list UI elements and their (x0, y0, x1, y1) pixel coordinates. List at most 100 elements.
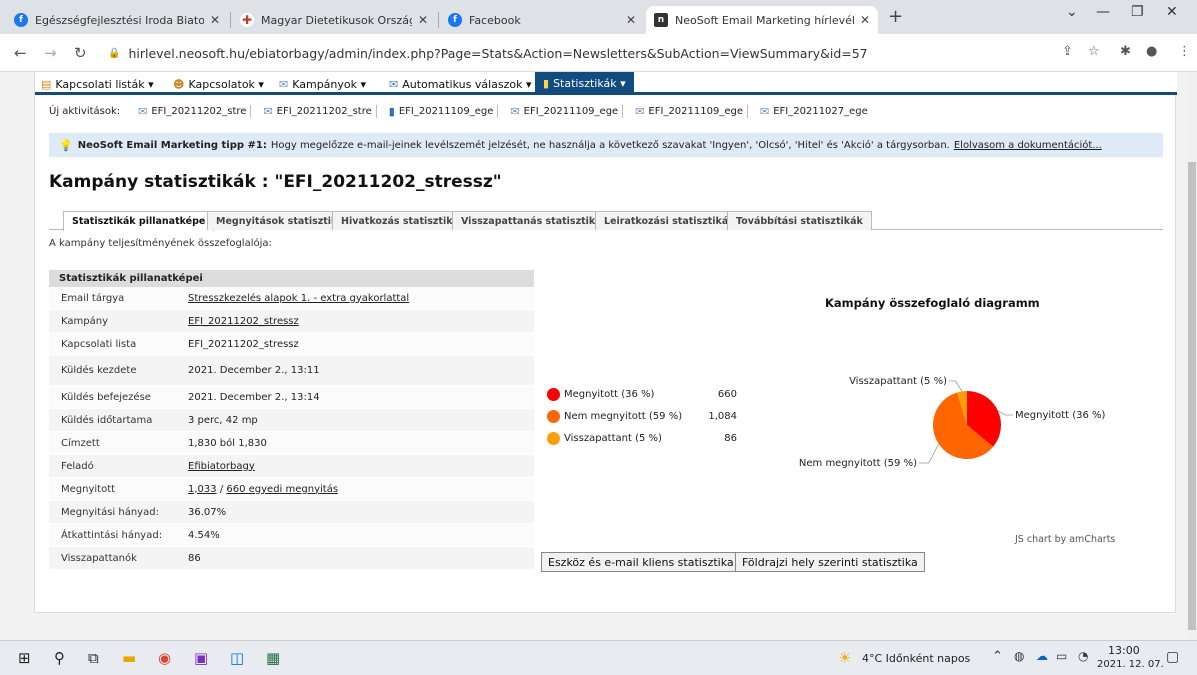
stats-table-header: Statisztikák pillanatképei (49, 270, 534, 287)
maximize-button[interactable]: ❐ (1131, 4, 1144, 20)
clock-date[interactable]: 2021. 12. 07. (1097, 659, 1164, 670)
table-row: Feladó Efibiatorbagy (49, 455, 534, 478)
geo-stats-button[interactable]: Földrajzi hely szerinti statisztika (735, 552, 925, 572)
new-tab-button[interactable]: + (888, 6, 903, 27)
table-row: Megnyitott 1,033 / 660 egyedi megnyitás (49, 478, 534, 501)
activity-label: EFI_20211202_stre (276, 106, 372, 117)
tab-unsubscribes[interactable]: Leiratkozási statisztikák (595, 211, 744, 230)
browser-tab-4-active[interactable]: n NeoSoft Email Marketing hírlevél ✕ (646, 6, 878, 34)
page-title: Kampány statisztikák : "EFI_20211202_str… (49, 172, 502, 192)
lock-icon: 🔒 (108, 47, 121, 59)
mail-icon: ✉ (635, 105, 645, 118)
clock-time[interactable]: 13:00 (1108, 644, 1140, 657)
mail-icon: ✉ (760, 105, 770, 118)
menu-label: Kapcsolati listák (55, 77, 145, 91)
table-row: Email tárgya Stresszkezelés alapok 1. - e… (49, 287, 534, 310)
share-icon[interactable]: ⇪ (1062, 44, 1073, 59)
menu-campaigns[interactable]: ✉ Kampányok ▾ (279, 75, 366, 93)
menu-label: Automatikus válaszok (402, 77, 523, 91)
tray-chevron-icon[interactable]: ⌃ (992, 649, 1003, 664)
forward-icon[interactable]: → (44, 44, 57, 62)
search-icon[interactable]: ⚲ (54, 649, 65, 667)
menu-statistics[interactable]: ▮ Statisztikák ▾ (535, 72, 634, 95)
close-tab-icon[interactable]: ✕ (626, 13, 636, 27)
excel-icon[interactable]: ▦ (266, 649, 280, 667)
menu-contact-lists[interactable]: ▤ Kapcsolati listák ▾ (41, 75, 154, 93)
windows-start-icon[interactable]: ⊞ (18, 649, 31, 667)
legend-item[interactable]: Visszapattant (5 %) 86 (547, 430, 737, 446)
onedrive-icon[interactable]: ☁ (1036, 649, 1048, 663)
pie-chart: Megnyitott (36 %) Nem megnyitott (59 %) Vi… (799, 376, 1106, 469)
browser-tab-1[interactable]: f Egészségfejlesztési Iroda Biatorb ✕ (6, 6, 228, 34)
tab-label: Magyar Dietetikusok Országos Sz (261, 13, 412, 27)
notifications-icon[interactable]: ▢ (1166, 649, 1179, 665)
chrome-icon[interactable]: ◉ (158, 649, 171, 667)
file-explorer-icon[interactable]: ▬ (122, 649, 136, 667)
tab-search-icon[interactable]: ⌄ (1066, 4, 1078, 20)
close-tab-icon[interactable]: ✕ (860, 13, 870, 27)
sender-link[interactable]: Efibiatorbagy (188, 461, 255, 472)
activity-label: EFI_20211109_ege (398, 106, 494, 117)
tab-snapshot[interactable]: Statisztikák pillanatképe (63, 211, 215, 231)
legend-item[interactable]: Megnyitott (36 %) 660 (547, 386, 737, 402)
url-text: hirlevel.neosoft.hu/ebiatorbagy/admin/in… (128, 45, 868, 61)
tab-forwards[interactable]: Továbbítási statisztikák (727, 211, 872, 230)
stats-table: Statisztikák pillanatképei Email tárgya S… (49, 270, 534, 570)
weather-text[interactable]: 4°C Időnként napos (862, 652, 970, 665)
back-icon[interactable]: ← (14, 44, 27, 62)
table-row: Kapcsolati lista EFI_20211202_stressz (49, 333, 534, 356)
activity-item[interactable]: ✉ EFI_20211109_ege (635, 105, 748, 118)
page-scrollbar-thumb[interactable] (1188, 162, 1196, 630)
close-tab-icon[interactable]: ✕ (210, 13, 220, 27)
mail-icon: ✉ (279, 77, 289, 91)
browser-tab-3[interactable]: f Facebook ✕ (440, 6, 644, 34)
table-row: Megnyitási hányad: 36.07% (49, 501, 534, 524)
unique-opens-link[interactable]: 660 egyedi megnyitás (226, 484, 338, 495)
close-window-button[interactable]: ✕ (1166, 4, 1178, 20)
row-key: Küldés kezdete (61, 365, 137, 376)
bookmark-star-icon[interactable]: ☆ (1088, 44, 1100, 59)
outlook-icon[interactable]: ◫ (230, 649, 244, 667)
pie-label-0: Megnyitott (36 %) (1015, 410, 1106, 421)
amcharts-credit[interactable]: JS chart by amCharts (1015, 534, 1115, 545)
menu-kebab-icon[interactable]: ⋮ (1178, 44, 1191, 59)
close-tab-icon[interactable]: ✕ (418, 13, 428, 27)
mail-icon: ✉ (138, 105, 148, 118)
row-key: Küldés időtartama (61, 414, 153, 426)
menu-autoresponders[interactable]: ✉ Automatikus válaszok ▾ (389, 75, 532, 93)
pie-label-1: Nem megnyitott (59 %) (799, 458, 917, 469)
reload-icon[interactable]: ↻ (74, 44, 87, 62)
wifi-icon[interactable]: ◔ (1078, 649, 1088, 663)
onenote-icon[interactable]: ▣ (194, 649, 208, 667)
tab-label: Egészségfejlesztési Iroda Biatorb (35, 13, 204, 27)
activity-item[interactable]: ▮ EFI_20211109_ege (389, 105, 499, 118)
tip-docs-link[interactable]: Elolvasom a dokumentációt... (954, 140, 1102, 151)
browser-tab-2[interactable]: ✚ Magyar Dietetikusok Országos Sz ✕ (232, 6, 436, 34)
url-field[interactable]: 🔒 hirlevel.neosoft.hu/ebiatorbagy/admin/… (98, 40, 1070, 66)
activity-item[interactable]: ✉ EFI_20211202_stre (138, 105, 252, 118)
stats-subtabs: Statisztikák pillanatképe Megnyitások st… (49, 209, 1163, 231)
activity-item[interactable]: ✉ EFI_20211202_stre (263, 105, 377, 118)
meet-now-icon[interactable]: ◍ (1014, 649, 1024, 663)
total-opens-link[interactable]: 1,033 (188, 484, 217, 495)
legend-item[interactable]: Nem megnyitott (59 %) 1,084 (547, 408, 737, 424)
device-stats-button[interactable]: Eszköz és e-mail kliens statisztika (541, 552, 741, 572)
tab-bounces[interactable]: Visszapattanás statisztikák (452, 211, 617, 230)
minimize-button[interactable]: — (1096, 4, 1110, 20)
activity-item[interactable]: ✉ EFI_20211027_ege (760, 105, 872, 118)
weather-icon[interactable]: ☀ (838, 649, 851, 667)
battery-icon[interactable]: ▭ (1056, 649, 1067, 663)
task-view-icon[interactable]: ⧉ (88, 649, 99, 667)
campaign-link[interactable]: EFI_20211202_stressz (188, 316, 299, 327)
pie-callout-line-2 (949, 380, 963, 392)
email-subject-link[interactable]: Stresszkezelés alapok 1. - extra gyakorl… (188, 293, 409, 304)
profile-avatar-icon[interactable]: ● (1146, 44, 1157, 59)
activity-item[interactable]: ✉ EFI_20211109_ege (510, 105, 624, 118)
pie-slices (933, 391, 1001, 459)
tab-separator (230, 12, 231, 28)
activity-label: EFI_20211109_ege (523, 106, 619, 117)
chart-icon: ▮ (388, 105, 395, 118)
pie-label-2: Visszapattant (5 %) (849, 376, 947, 387)
menu-contacts[interactable]: ☻ Kapcsolatok ▾ (173, 75, 264, 93)
extensions-icon[interactable]: ✱ (1120, 44, 1131, 59)
